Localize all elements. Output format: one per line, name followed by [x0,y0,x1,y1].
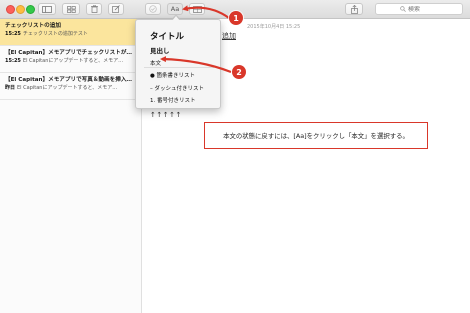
checklist-icon [149,5,157,13]
note-preview-line: 15:25 El Capitanにアップデートすると、メモア… [5,57,141,65]
share-button[interactable] [345,3,363,15]
search-field[interactable] [375,3,463,15]
note-list-item[interactable]: 【El Capitan】メモアプリでチェックリストが… 15:25 El Capi… [0,46,141,73]
notes-list: チェックリストの追加 15:25 チェックリストの追加テスト 【El Capita… [0,19,142,313]
note-time: 昨日 [5,85,16,91]
format-menu: タイトル 見出し 本文 ● 箇条書きリスト – ダッシュ付きリスト 1. 番号付… [135,19,221,109]
menu-item-heading[interactable]: 見出し [150,45,170,55]
minimize-window-button[interactable] [16,5,25,14]
note-preview-line: 15:25 チェックリストの追加テスト [5,30,141,38]
search-input[interactable] [408,5,438,13]
delete-note-button[interactable] [86,3,102,15]
note-title: 【El Capitan】メモアプリでチェックリストが… [5,50,133,56]
checklist-button[interactable] [145,3,161,15]
note-heading-text: 追加 [222,32,236,40]
new-note-button[interactable] [108,3,124,15]
note-body-text: ↑↑↑↑↑ [150,111,182,119]
note-date: 2015年10月4日 15:25 [247,24,301,30]
note-preview: El Capitanにアップデートすると、メモア… [17,85,118,91]
step-badge-2: 2 [232,65,246,79]
table-button[interactable] [189,3,205,15]
note-preview: El Capitanにアップデートすると、メモア… [22,58,124,64]
close-window-button[interactable] [6,5,15,14]
trash-icon [90,5,98,13]
format-icon: Aa [170,5,180,13]
sidebar-toggle-icon [42,5,52,13]
grid-icon [66,5,76,13]
menu-item-dashed-list[interactable]: – ダッシュ付きリスト [150,84,204,92]
note-preview: チェックリストの追加テスト [22,31,88,37]
search-icon [400,6,406,12]
note-list-item[interactable]: 【El Capitan】メモアプリで写真＆動画を挿入… 昨日 El Capitan… [0,73,141,100]
menu-item-title[interactable]: タイトル [150,30,184,42]
zoom-window-button[interactable] [26,5,35,14]
menu-caret-fill [172,15,180,21]
sidebar-toggle-button[interactable] [38,3,56,15]
instruction-callout: 本文の状態に戻すには、[Aa]をクリックし「本文」を選択する。 [204,122,428,149]
menu-item-body[interactable]: 本文 [150,59,161,67]
compose-icon [112,5,120,13]
note-title: 【El Capitan】メモアプリで写真＆動画を挿入… [5,77,133,83]
note-time: 15:25 [5,58,21,64]
step-badge-1: 1 [229,11,243,25]
instruction-text: 本文の状態に戻すには、[Aa]をクリックし「本文」を選択する。 [223,132,409,140]
notes-window: Aa チェックリストの追加 15:25チェックリストの追加テスト 【El Cap… [0,0,470,313]
note-time: 15:25 [5,31,21,37]
menu-item-bulleted-list[interactable]: ● 箇条書きリスト [150,71,195,79]
note-list-item[interactable]: チェックリストの追加 15:25 チェックリストの追加テスト [0,19,141,46]
menu-divider [144,67,214,68]
share-icon [350,4,358,14]
note-title: チェックリストの追加 [5,23,61,29]
note-preview-line: 昨日 El Capitanにアップデートすると、メモア… [5,84,141,92]
attachments-browser-button[interactable] [62,3,80,15]
menu-item-numbered-list[interactable]: 1. 番号付きリスト [150,96,196,104]
table-icon [192,5,202,13]
